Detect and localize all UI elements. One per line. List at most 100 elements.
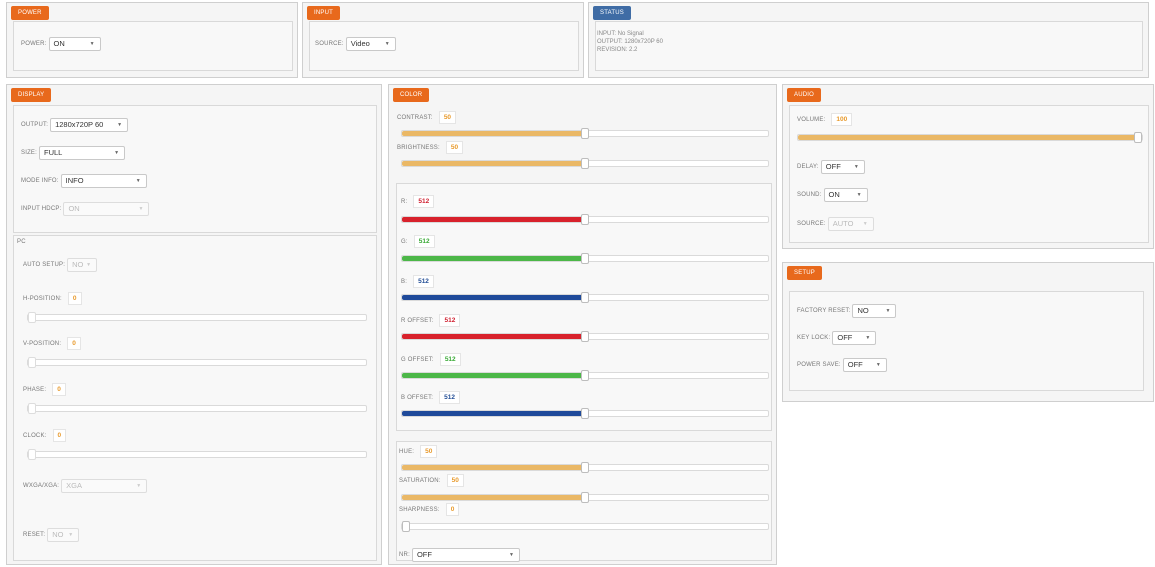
sound-select[interactable]: ON ▼ xyxy=(823,188,868,202)
mode-info-select[interactable]: INFO ▼ xyxy=(60,174,147,188)
b-value: 512 xyxy=(413,275,434,288)
clock-label: CLOCK: xyxy=(23,432,47,439)
output-select-value: 1280x720P 60 xyxy=(55,120,104,129)
contrast-fill xyxy=(402,131,585,136)
brightness-label: BRIGHTNESS: xyxy=(397,144,440,151)
status-output: OUTPUT: 1280x720P 60 xyxy=(597,39,663,45)
setup-panel: SETUP FACTORY RESET: NO ▼ KEY LOCK: OFF … xyxy=(782,262,1154,402)
size-select[interactable]: FULL ▼ xyxy=(39,146,126,160)
g-knob[interactable] xyxy=(581,253,589,264)
g-slider[interactable] xyxy=(401,253,769,264)
phase-value: 0 xyxy=(52,383,66,396)
sharpness-label: SHARPNESS: xyxy=(399,506,440,513)
input-hdcp-select-value: ON xyxy=(68,204,80,213)
color-panel: COLOR CONTRAST: 50 BRIGHTNESS: 50 R: 512… xyxy=(388,84,777,565)
g-offset-value: 512 xyxy=(439,353,461,366)
r-offset-knob[interactable] xyxy=(581,331,589,342)
r-knob[interactable] xyxy=(581,214,589,225)
b-slider[interactable] xyxy=(401,292,769,303)
reset-select[interactable]: NO ▼ xyxy=(47,528,80,542)
caret-down-icon: ▼ xyxy=(86,262,92,268)
hue-fill xyxy=(402,465,585,470)
source-label: SOURCE: xyxy=(315,41,344,47)
v-position-slider[interactable] xyxy=(27,357,367,368)
hue-slider[interactable] xyxy=(401,462,769,473)
caret-down-icon: ▼ xyxy=(138,206,144,212)
saturation-slider[interactable] xyxy=(401,492,769,503)
h-position-knob[interactable] xyxy=(28,312,36,323)
contrast-value: 50 xyxy=(438,111,457,124)
volume-knob[interactable] xyxy=(1134,132,1142,143)
power-save-select-value: OFF xyxy=(847,360,863,369)
b-knob[interactable] xyxy=(581,292,589,303)
v-position-label: V-POSITION: xyxy=(23,340,62,347)
size-label: SIZE: xyxy=(21,150,38,156)
r-offset-label: R OFFSET: xyxy=(401,317,434,324)
r-fill xyxy=(402,217,585,222)
hue-knob[interactable] xyxy=(581,462,589,473)
g-offset-knob[interactable] xyxy=(581,370,589,381)
sound-label: SOUND: xyxy=(797,192,822,198)
b-offset-slider[interactable] xyxy=(401,408,769,419)
output-label: OUTPUT: xyxy=(21,122,49,128)
phase-knob[interactable] xyxy=(28,403,36,414)
nr-select-value: OFF xyxy=(416,550,432,559)
r-slider[interactable] xyxy=(401,214,769,225)
source-select[interactable]: Video ▼ xyxy=(345,37,396,51)
phase-label: PHASE: xyxy=(23,386,47,393)
sharpness-knob[interactable] xyxy=(402,521,410,532)
nr-select[interactable]: OFF ▼ xyxy=(411,548,520,562)
clock-value: 0 xyxy=(52,429,67,442)
g-offset-slider[interactable] xyxy=(401,370,769,381)
power-panel: POWER POWER: ON ▼ xyxy=(6,2,298,78)
caret-down-icon: ▼ xyxy=(885,308,891,314)
power-select[interactable]: ON ▼ xyxy=(48,37,101,51)
factory-reset-select[interactable]: NO ▼ xyxy=(852,304,897,318)
delay-select[interactable]: OFF ▼ xyxy=(820,160,865,174)
nr-label: NR: xyxy=(399,552,410,558)
phase-slider[interactable] xyxy=(27,403,367,414)
reset-label: RESET: xyxy=(23,532,46,538)
clock-slider[interactable] xyxy=(27,449,367,460)
key-lock-select-value: OFF xyxy=(837,333,853,342)
v-position-knob[interactable] xyxy=(28,357,36,368)
h-position-label: H-POSITION: xyxy=(23,295,62,302)
key-lock-select[interactable]: OFF ▼ xyxy=(832,331,877,345)
caret-down-icon: ▼ xyxy=(384,41,390,47)
sharpness-slider[interactable] xyxy=(401,521,769,532)
audio-panel: AUDIO VOLUME: 100 DELAY: OFF ▼ SOUND: ON… xyxy=(782,84,1154,249)
pc-group xyxy=(13,235,377,561)
volume-fill xyxy=(798,135,1142,140)
h-position-slider[interactable] xyxy=(27,312,367,323)
saturation-knob[interactable] xyxy=(581,492,589,503)
b-fill xyxy=(402,295,585,300)
auto-setup-select[interactable]: NO ▼ xyxy=(67,258,98,272)
b-label: B: xyxy=(401,278,408,285)
auto-setup-select-value: NO xyxy=(72,260,84,269)
g-fill xyxy=(402,256,585,261)
brightness-knob[interactable] xyxy=(581,158,589,169)
wxga-xga-select[interactable]: XGA ▼ xyxy=(61,479,148,493)
caret-down-icon: ▼ xyxy=(508,552,514,558)
power-save-select[interactable]: OFF ▼ xyxy=(842,358,887,372)
status-revision: REVISION: 2.2 xyxy=(597,47,638,53)
r-value: 512 xyxy=(413,195,435,208)
brightness-slider[interactable] xyxy=(401,158,769,169)
size-select-value: FULL xyxy=(44,148,63,157)
contrast-slider[interactable] xyxy=(401,128,769,139)
mode-info-select-value: INFO xyxy=(65,176,84,185)
audio-source-label: SOURCE: xyxy=(797,221,826,227)
setup-title: SETUP xyxy=(787,266,823,280)
delay-label: DELAY: xyxy=(797,164,819,170)
r-offset-slider[interactable] xyxy=(401,331,769,342)
b-offset-knob[interactable] xyxy=(581,408,589,419)
input-hdcp-select[interactable]: ON ▼ xyxy=(63,202,150,216)
g-label: G: xyxy=(401,238,408,245)
output-select[interactable]: 1280x720P 60 ▼ xyxy=(50,118,129,132)
clock-knob[interactable] xyxy=(28,449,36,460)
volume-slider[interactable] xyxy=(797,132,1143,143)
contrast-knob[interactable] xyxy=(581,128,589,139)
audio-source-select[interactable]: AUTO ▼ xyxy=(827,217,874,231)
saturation-label: SATURATION: xyxy=(399,477,441,484)
hue-label: HUE: xyxy=(399,448,415,455)
